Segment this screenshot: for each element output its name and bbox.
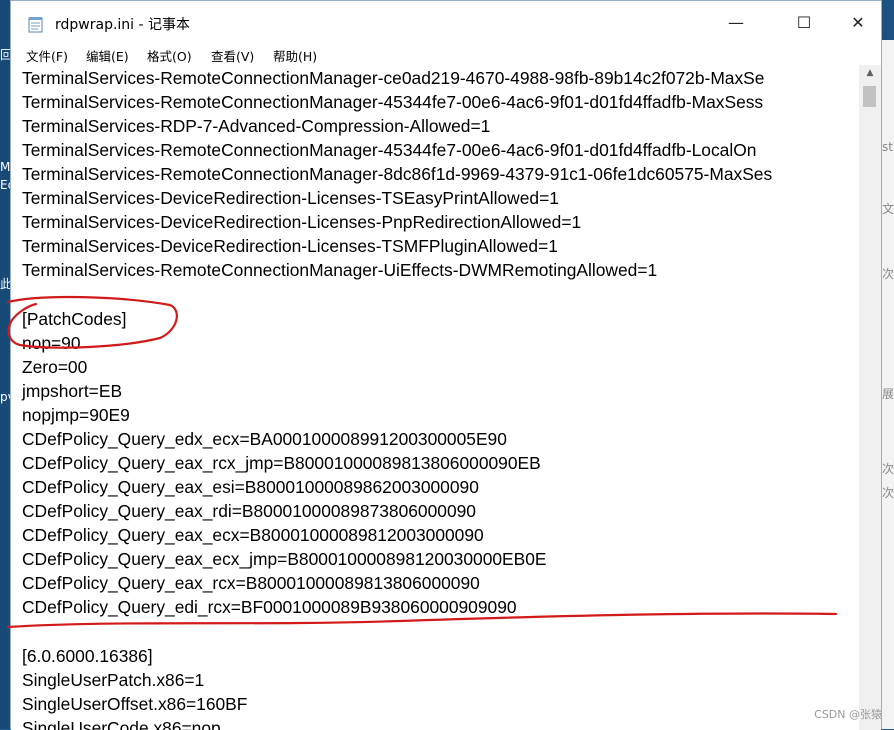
title-bar[interactable]: rdpwrap.ini - 记事本 — ☐ ✕	[11, 1, 881, 43]
text-line: TerminalServices-RemoteConnectionManager…	[22, 260, 658, 280]
text-editor[interactable]: TerminalServices-RemoteConnectionManager…	[11, 65, 859, 730]
close-button[interactable]: ✕	[835, 1, 881, 43]
text-line: TerminalServices-DeviceRedirection-Licen…	[22, 236, 558, 256]
notepad-icon	[28, 17, 43, 33]
text-line: TerminalServices-RemoteConnectionManager…	[22, 92, 764, 112]
vertical-scrollbar[interactable]: ▲	[859, 65, 881, 730]
text-line: TerminalServices-RemoteConnectionManager…	[22, 164, 773, 184]
menu-bar: 文件(F) 编辑(E) 格式(O) 查看(V) 帮助(H)	[11, 43, 881, 65]
notepad-window: rdpwrap.ini - 记事本 — ☐ ✕ 文件(F) 编辑(E) 格式(O…	[10, 0, 882, 730]
text-line: TerminalServices-RemoteConnectionManager…	[22, 68, 765, 88]
text-line: CDefPolicy_Query_eax_ecx=B80001000089812…	[22, 525, 484, 545]
text-line: SingleUserCode.x86=nop	[22, 718, 221, 730]
text-line: TerminalServices-DeviceRedirection-Licen…	[22, 212, 582, 232]
text-line: TerminalServices-RDP-7-Advanced-Compress…	[22, 116, 491, 136]
text-line: nopjmp=90E9	[22, 405, 130, 425]
menu-edit[interactable]: 编辑(E)	[86, 46, 129, 65]
background-window-text: 次	[882, 267, 894, 281]
background-window-text: 文	[882, 202, 894, 216]
watermark-text: CSDN @张猿	[814, 708, 882, 721]
background-window-text: 次	[882, 486, 894, 500]
menu-format[interactable]: 格式(O)	[147, 46, 192, 65]
text-line: Zero=00	[22, 357, 88, 377]
background-window-text: 次	[882, 462, 894, 476]
text-line: TerminalServices-RemoteConnectionManager…	[22, 140, 757, 160]
maximize-button[interactable]: ☐	[781, 1, 827, 43]
minimize-button[interactable]: —	[713, 1, 759, 43]
background-window-text: st	[882, 140, 893, 154]
text-line: CDefPolicy_Query_eax_rcx_jmp=B8000100008…	[22, 453, 541, 473]
scroll-up-arrow-icon[interactable]: ▲	[859, 65, 881, 82]
text-line: TerminalServices-DeviceRedirection-Licen…	[22, 188, 559, 208]
text-line: CDefPolicy_Query_eax_esi=B80001000089862…	[22, 477, 479, 497]
menu-file[interactable]: 文件(F)	[26, 46, 68, 65]
text-line: CDefPolicy_Query_eax_rcx=B80001000089813…	[22, 573, 480, 593]
highlighted-line: CDefPolicy_Query_edi_rcx=BF0001000089B93…	[22, 597, 517, 617]
text-line: jmpshort=EB	[22, 381, 123, 401]
scroll-thumb[interactable]	[863, 86, 876, 107]
text-line: SingleUserPatch.x86=1	[22, 670, 205, 690]
menu-help[interactable]: 帮助(H)	[273, 46, 317, 65]
text-line: CDefPolicy_Query_edx_ecx=BA0001000089912…	[22, 429, 507, 449]
menu-view[interactable]: 查看(V)	[211, 46, 254, 65]
text-line: nop=90	[22, 333, 81, 353]
window-title: rdpwrap.ini - 记事本	[55, 17, 191, 33]
text-line: SingleUserOffset.x86=160BF	[22, 694, 248, 714]
text-line: CDefPolicy_Query_eax_rdi=B80001000089873…	[22, 501, 476, 521]
background-window-text: 展	[882, 387, 894, 401]
section-header-version: [6.0.6000.16386]	[22, 646, 153, 666]
text-line: CDefPolicy_Query_eax_ecx_jmp=B8000100008…	[22, 549, 547, 569]
section-header-patchcodes: [PatchCodes]	[22, 309, 127, 329]
